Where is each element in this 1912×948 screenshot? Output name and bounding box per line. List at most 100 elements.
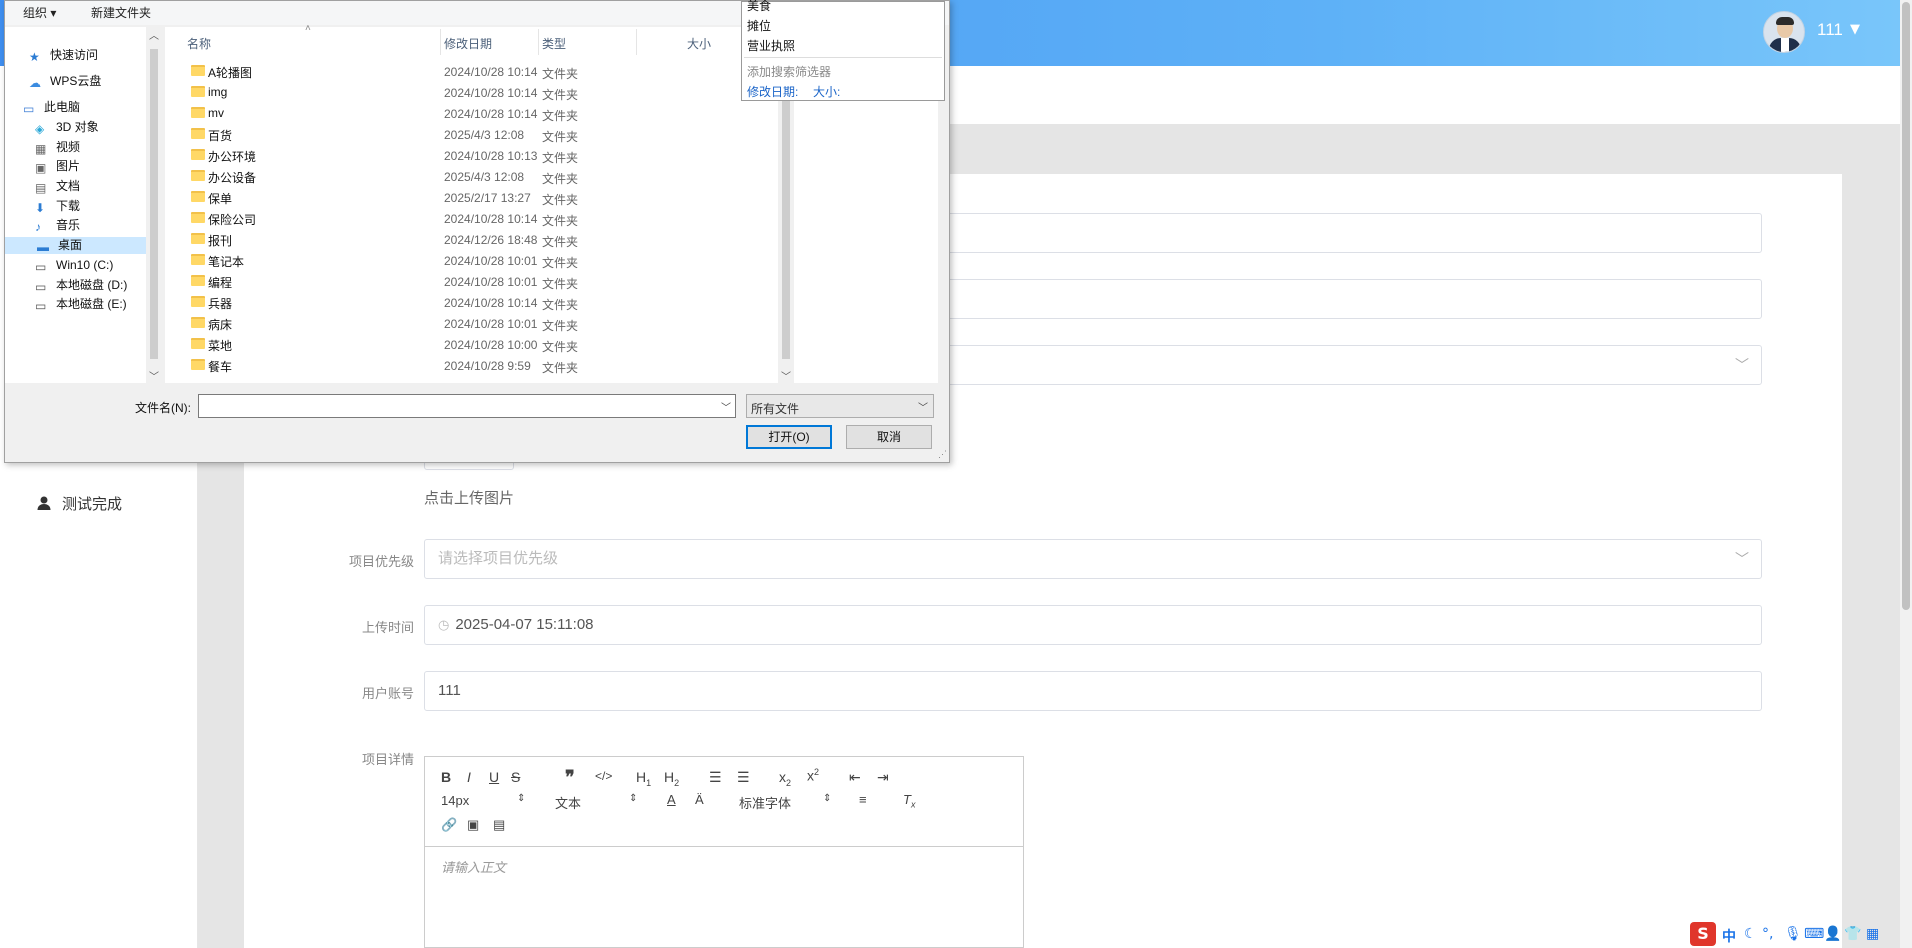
filter-date-modified[interactable]: 修改日期: — [747, 83, 798, 100]
strikethrough-icon[interactable]: S — [511, 769, 520, 785]
underline-icon[interactable]: U — [489, 769, 499, 785]
grid-icon[interactable]: ▦ — [1866, 926, 1879, 942]
search-suggestion[interactable]: 美食 — [747, 0, 771, 14]
h2-icon[interactable]: H2 — [664, 769, 679, 788]
file-row[interactable]: 笔记本 2024/10/28 10:01 文件夹 — [165, 250, 922, 271]
nav-item[interactable]: ⬇ 下载 — [35, 198, 80, 215]
account-input[interactable]: 111 — [424, 671, 1762, 711]
clear-format-icon[interactable]: Tx — [903, 792, 915, 810]
background-color-icon[interactable]: Ä — [695, 792, 704, 807]
italic-icon[interactable]: I — [467, 769, 471, 785]
nav-item[interactable]: ▤ 文档 — [35, 178, 80, 195]
music-icon: ♪ — [35, 220, 41, 234]
file-row[interactable]: 编程 2024/10/28 10:01 文件夹 — [165, 271, 922, 292]
text-style-select[interactable]: 文本 — [555, 793, 581, 812]
resize-grip-icon[interactable]: ⋰ — [938, 449, 947, 460]
image-icon[interactable]: ▣ — [467, 817, 479, 833]
open-button[interactable]: 打开(O) — [746, 425, 832, 449]
nav-item[interactable]: ▭ 本地磁盘 (D:) — [35, 277, 127, 294]
ordered-list-icon[interactable]: ☰ — [709, 769, 722, 786]
punctuation-icon[interactable]: °, — [1762, 926, 1773, 942]
code-icon[interactable]: </> — [595, 769, 612, 783]
nav-item[interactable]: ▭ 此电脑 — [23, 99, 80, 116]
nav-item[interactable]: ♪ 音乐 — [35, 217, 80, 234]
link-icon[interactable]: 🔗 — [441, 817, 457, 833]
detail-label: 项目详情 — [361, 752, 414, 767]
nav-item[interactable]: ▭ Win10 (C:) — [35, 257, 113, 274]
file-row[interactable]: 保单 2025/2/17 13:27 文件夹 — [165, 187, 922, 208]
user-icon[interactable]: 👤 — [1824, 926, 1841, 942]
file-row[interactable]: 办公环境 2024/10/28 10:13 文件夹 — [165, 145, 922, 166]
file-row[interactable]: 兵器 2024/10/28 10:14 文件夹 — [165, 292, 922, 313]
column-header-size[interactable]: 大小 — [687, 35, 711, 52]
file-row[interactable]: 保险公司 2024/10/28 10:14 文件夹 — [165, 208, 922, 229]
sogou-ime-icon[interactable]: S — [1690, 922, 1716, 946]
file-row[interactable]: 办公设备 2025/4/3 12:08 文件夹 — [165, 166, 922, 187]
editor-placeholder[interactable]: 请输入正文 — [441, 857, 506, 876]
priority-select[interactable]: 请选择项目优先级 ﹀ — [424, 539, 1762, 579]
nav-item[interactable]: ▦ 视频 — [35, 139, 80, 156]
mic-icon[interactable]: 🎙 — [1784, 926, 1802, 942]
filename-input[interactable]: ﹀ — [198, 394, 736, 418]
file-name: 百货 — [208, 129, 233, 143]
file-row[interactable]: 百货 2025/4/3 12:08 文件夹 — [165, 124, 922, 145]
upload-time-input[interactable]: ◷ 2025-04-07 15:11:08 — [424, 605, 1762, 645]
nav-item[interactable]: ▬ 桌面 — [5, 237, 146, 254]
search-suggestion[interactable]: 营业执照 — [747, 37, 795, 54]
file-row[interactable]: 报刊 2024/12/26 18:48 文件夹 — [165, 229, 922, 250]
nav-item-label: 音乐 — [56, 218, 81, 232]
file-type: 文件夹 — [542, 214, 579, 228]
font-color-icon[interactable]: A — [667, 792, 676, 807]
nav-item[interactable]: ◈ 3D 对象 — [35, 119, 99, 136]
filetype-value: 所有文件 — [751, 402, 800, 416]
column-header-name[interactable]: 名称 — [187, 35, 211, 52]
keyboard-icon[interactable]: ⌨ — [1804, 926, 1824, 942]
moon-icon[interactable]: ☾ — [1744, 926, 1757, 942]
file-row[interactable]: mv 2024/10/28 10:14 文件夹 — [165, 103, 922, 124]
column-header-date[interactable]: 修改日期 — [444, 35, 492, 52]
file-row[interactable]: 病床 2024/10/28 10:01 文件夹 — [165, 313, 922, 334]
blockquote-icon[interactable]: ❞ — [565, 767, 575, 788]
cancel-button[interactable]: 取消 — [846, 425, 932, 449]
filter-size[interactable]: 大小: — [813, 83, 840, 100]
folder-icon — [191, 317, 205, 328]
subscript-icon[interactable]: x2 — [779, 769, 791, 788]
file-type: 文件夹 — [542, 130, 579, 144]
caret-down-icon[interactable]: ▼ — [1850, 22, 1860, 37]
page-scrollbar[interactable] — [1900, 0, 1912, 948]
sidebar-item-test-complete[interactable]: 测试完成 — [36, 493, 122, 514]
chevron-down-icon[interactable]: ﹀ — [721, 399, 731, 414]
h1-icon[interactable]: H1 — [636, 769, 651, 788]
bullet-list-icon[interactable]: ☰ — [737, 769, 750, 786]
user-name[interactable]: 111 — [1817, 20, 1843, 40]
search-suggestion[interactable]: 摊位 — [747, 17, 771, 34]
indent-icon[interactable]: ⇥ — [877, 769, 889, 786]
user-avatar[interactable] — [1763, 11, 1805, 53]
align-icon[interactable]: ≡ — [859, 792, 867, 807]
nav-item[interactable]: ☁ WPS云盘 — [29, 73, 101, 90]
font-family-select[interactable]: 标准字体 — [739, 793, 791, 812]
superscript-icon[interactable]: x2 — [807, 767, 819, 784]
file-row[interactable]: 菜地 2024/10/28 10:00 文件夹 — [165, 334, 922, 355]
bold-icon[interactable]: B — [441, 769, 451, 785]
column-header-type[interactable]: 类型 — [542, 35, 566, 52]
ime-mode[interactable]: 中 — [1722, 926, 1736, 946]
organize-button[interactable]: 组织 ▾ — [23, 4, 56, 21]
select-arrows-icon: ⇕ — [823, 793, 832, 804]
nav-item[interactable]: ▣ 图片 — [35, 158, 80, 175]
nav-item[interactable]: ★ 快速访问 — [29, 47, 98, 64]
nav-scrollbar[interactable]: ︿ ﹀ — [146, 27, 162, 383]
file-date: 2024/10/28 10:14 — [444, 107, 538, 121]
drive-icon: ▭ — [35, 280, 47, 294]
add-search-filter: 添加搜索筛选器 — [747, 65, 832, 79]
new-folder-button[interactable]: 新建文件夹 — [91, 4, 151, 21]
font-size-select[interactable]: 14px — [441, 793, 469, 808]
nav-item[interactable]: ▭ 本地磁盘 (E:) — [35, 296, 127, 313]
outdent-icon[interactable]: ⇤ — [849, 769, 861, 786]
shirt-icon[interactable]: 👕 — [1844, 926, 1861, 942]
video-icon[interactable]: ▤ — [493, 817, 505, 833]
filetype-select[interactable]: 所有文件 ﹀ — [746, 394, 934, 418]
file-row[interactable]: 餐车 2024/10/28 9:59 文件夹 — [165, 355, 922, 376]
file-name: 兵器 — [208, 297, 233, 311]
account-label: 用户账号 — [361, 686, 414, 701]
